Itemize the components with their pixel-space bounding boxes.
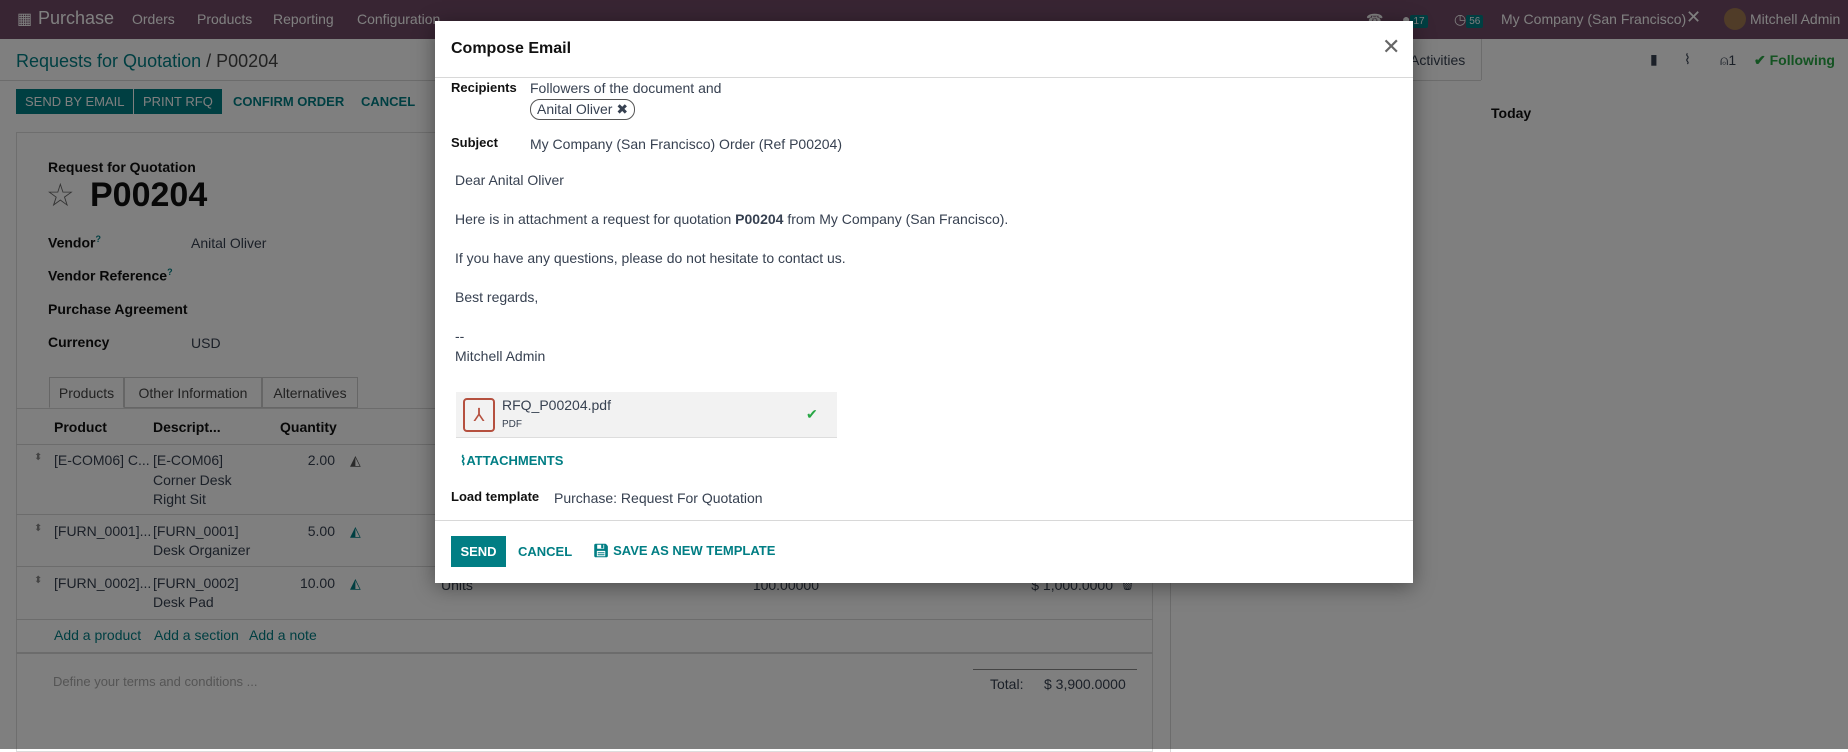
template-label: Load template <box>451 489 540 504</box>
template-select[interactable]: Purchase: Request For Quotation <box>554 490 763 506</box>
attachment-card[interactable]: ⅄ RFQ_P00204.pdf PDF ✔ <box>456 392 837 438</box>
pdf-icon: ⅄ <box>463 398 495 432</box>
save-as-template-button[interactable]: 💾︎ SAVE AS NEW TEMPLATE <box>593 543 775 559</box>
divider <box>435 77 1413 78</box>
recipient-name: Anital Oliver <box>537 101 613 117</box>
remove-icon[interactable]: ✖ <box>616 101 628 117</box>
divider <box>435 520 1413 521</box>
attachments-button[interactable]: ⌇ATTACHMENTS <box>460 453 563 469</box>
body-text: Here is in attachment a request for quot… <box>455 211 1009 227</box>
close-icon[interactable]: ✕ <box>1382 34 1400 60</box>
cancel-button[interactable]: CANCEL <box>518 544 572 559</box>
send-button[interactable]: SEND <box>451 536 506 567</box>
body-text: Best regards, <box>455 289 539 305</box>
check-icon: ✔ <box>806 406 818 422</box>
body-text: Mitchell Admin <box>455 348 546 364</box>
subject-label: Subject <box>451 135 498 150</box>
save-icon: 💾︎ <box>593 543 614 558</box>
compose-email-dialog: Compose Email ✕ Recipients Followers of … <box>435 21 1413 583</box>
recipient-chip[interactable]: Anital Oliver ✖ <box>530 99 636 120</box>
recipients-label: Recipients <box>451 80 517 95</box>
subject-input[interactable]: My Company (San Francisco) Order (Ref P0… <box>530 136 842 152</box>
dialog-title: Compose Email <box>451 40 572 57</box>
attachment-type: PDF <box>502 419 522 430</box>
recipients-text: Followers of the document and <box>530 80 722 96</box>
attachment-name: RFQ_P00204.pdf <box>502 397 611 413</box>
body-text: -- <box>455 328 465 344</box>
body-text: Dear Anital Oliver <box>455 172 564 188</box>
body-text: If you have any questions, please do not… <box>455 250 846 266</box>
